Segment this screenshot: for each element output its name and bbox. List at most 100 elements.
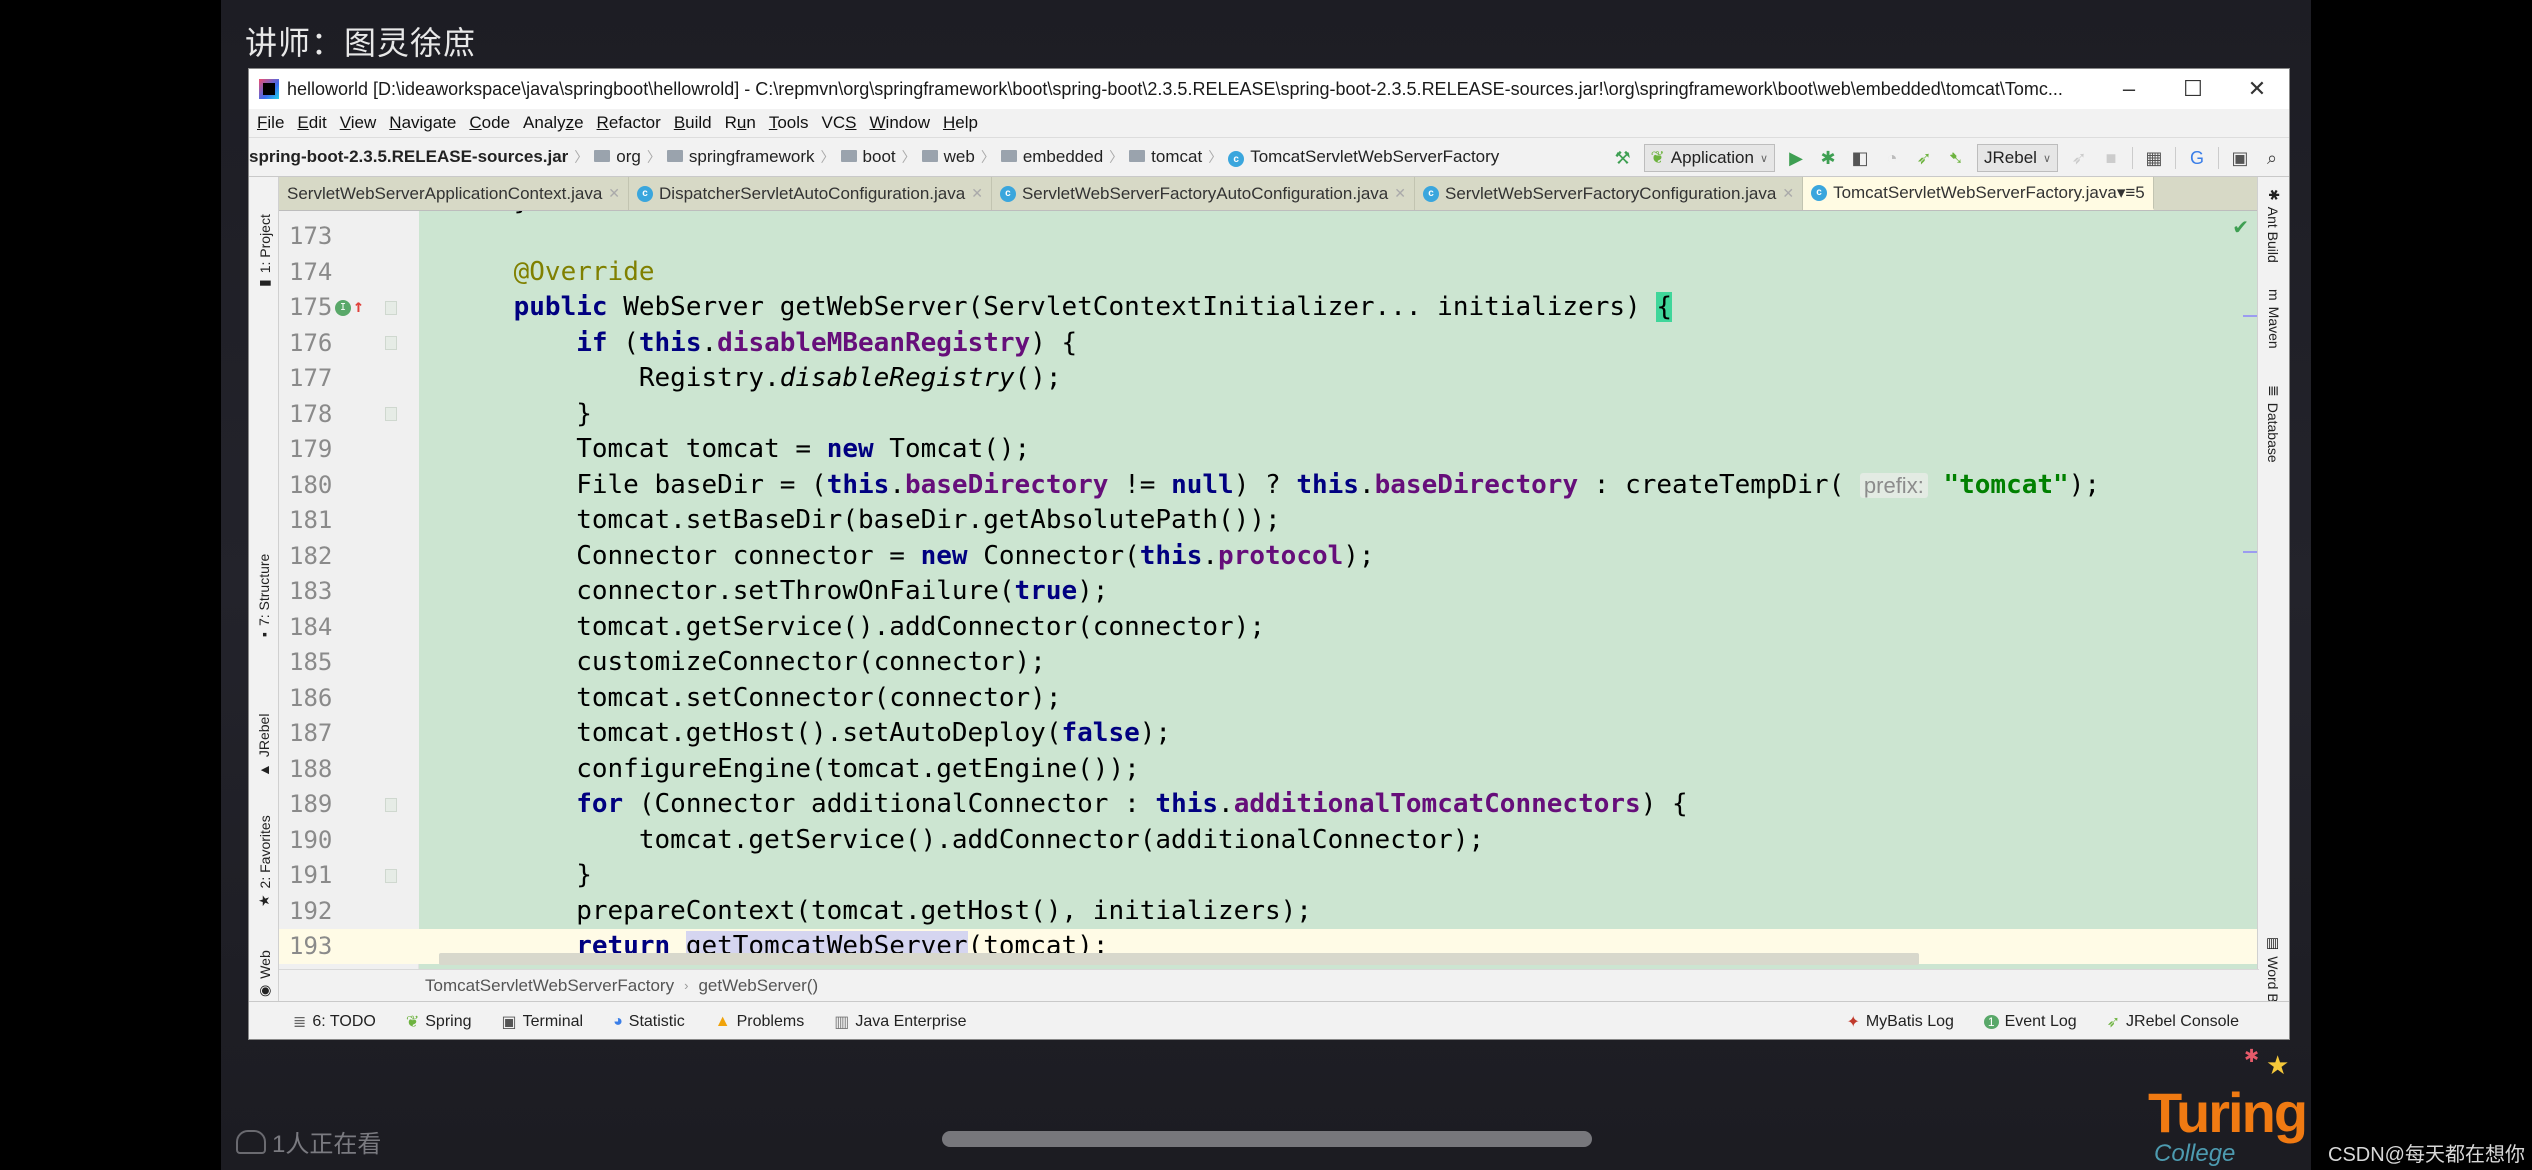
nav-folder-embedded[interactable]: embedded (1000, 147, 1103, 167)
horizontal-scrollbar[interactable] (439, 953, 1919, 965)
logo-turing: Turing (2148, 1081, 2308, 1144)
left-tool-web[interactable]: ◉ Web (256, 950, 273, 997)
debug-icon[interactable]: ✱ (1817, 147, 1839, 169)
code-line[interactable]: 174 @Override (279, 254, 2259, 290)
left-tool-project[interactable]: ▮ 1: Project (256, 214, 273, 287)
menu-window[interactable]: Window (870, 113, 930, 133)
nav-folder-springframework[interactable]: springframework (666, 147, 815, 167)
coverage-icon[interactable]: ◧ (1849, 147, 1871, 169)
fold-marker-icon[interactable] (385, 407, 397, 421)
code-line[interactable]: 187 tomcat.getHost().setAutoDeploy(false… (279, 715, 2259, 751)
jrebel-disabled-icon[interactable]: ➶ (2068, 147, 2090, 169)
editor-tab[interactable]: ServletWebServerApplicationContext.java ✕ (279, 177, 630, 210)
minimize-button[interactable]: – (2097, 69, 2161, 109)
code-line[interactable]: 182 Connector connector = new Connector(… (279, 538, 2259, 574)
implements-method-icon[interactable]: I (335, 299, 351, 316)
code-line[interactable]: 189 for (Connector additionalConnector :… (279, 786, 2259, 822)
code-editor[interactable]: 172 }173174 @Override175I↑ public WebSer… (279, 211, 2259, 969)
tool-window-spring[interactable]: ❦ Spring (406, 1012, 472, 1032)
tool-window-jrebel-console[interactable]: ➶ JRebel Console (2107, 1012, 2239, 1032)
stop-icon[interactable]: ■ (2100, 147, 2122, 169)
editor-tab[interactable]: c TomcatServletWebServerFactory.java ▾≡5 (1803, 177, 2154, 210)
project-structure-icon[interactable]: ▦ (2143, 147, 2165, 169)
maximize-button[interactable]: ☐ (2161, 69, 2225, 109)
close-tab-icon[interactable]: ✕ (608, 185, 620, 202)
run-config-select[interactable]: ❦ Application ∨ (1643, 144, 1776, 172)
profile-icon[interactable]: ◔ (1881, 147, 1903, 169)
build-hammer-icon[interactable]: ⚒ (1612, 147, 1634, 169)
menu-vcs[interactable]: VCS (822, 113, 857, 133)
tab-menu-icon[interactable]: ▾≡5 (2117, 183, 2145, 203)
close-button[interactable]: ✕ (2225, 69, 2289, 109)
close-tab-icon[interactable]: ✕ (1394, 185, 1406, 202)
jrebel-debug-icon[interactable]: ➷ (1945, 147, 1967, 169)
tool-window-statistic[interactable]: ◕ Statistic (613, 1012, 685, 1032)
fold-marker-icon[interactable] (385, 868, 397, 883)
menu-tools[interactable]: Tools (769, 113, 809, 133)
menu-run[interactable]: Run (725, 113, 756, 133)
menu-code[interactable]: Code (469, 113, 510, 133)
code-line[interactable]: 178 } (279, 396, 2259, 432)
code-line[interactable]: 183 connector.setThrowOnFailure(true); (279, 573, 2259, 609)
menu-analyze[interactable]: Analyze (523, 113, 584, 133)
jrebel-config-select[interactable]: JRebel ∨ (1977, 144, 2058, 172)
jrebel-run-icon[interactable]: ➶ (1913, 147, 1935, 169)
code-line[interactable]: 173 (279, 218, 2259, 254)
menu-refactor[interactable]: Refactor (597, 113, 661, 133)
fold-marker-icon[interactable] (385, 336, 397, 350)
nav-folder-boot[interactable]: boot (840, 147, 896, 167)
code-line[interactable]: 172 } (279, 211, 2259, 219)
menu-file[interactable]: File (257, 113, 284, 133)
menu-edit[interactable]: Edit (297, 113, 326, 133)
left-tool-jrebel[interactable]: ▲ JRebel (256, 714, 272, 777)
code-line[interactable]: 190 tomcat.getService().addConnector(add… (279, 822, 2259, 858)
code-line[interactable]: 185 customizeConnector(connector); (279, 644, 2259, 680)
left-tool-favorites[interactable]: ★ 2: Favorites (256, 815, 273, 907)
code-breadcrumb-item[interactable]: getWebServer() (698, 976, 818, 996)
fold-marker-icon[interactable] (385, 797, 397, 812)
right-tool-database[interactable]: ≣ Database (2265, 385, 2283, 463)
menu-view[interactable]: View (340, 113, 377, 133)
menu-help[interactable]: Help (943, 113, 978, 133)
code-line[interactable]: 176 if (this.disableMBeanRegistry) { (279, 325, 2259, 361)
code-line[interactable]: 179 Tomcat tomcat = new Tomcat(); (279, 431, 2259, 467)
fold-marker-icon[interactable] (385, 300, 397, 315)
code-line[interactable]: 192 prepareContext(tomcat.getHost(), ini… (279, 893, 2259, 929)
tool-window-java-enterprise[interactable]: ▥ Java Enterprise (834, 1012, 966, 1032)
nav-folder-org[interactable]: org (594, 147, 641, 167)
tool-window-event-log[interactable]: 1 Event Log (1983, 1012, 2077, 1032)
editor-tab[interactable]: c DispatcherServletAutoConfiguration.java… (629, 177, 992, 210)
code-breadcrumb-item[interactable]: TomcatServletWebServerFactory (425, 976, 674, 996)
tool-window-problems[interactable]: ▲ Problems (715, 1012, 804, 1032)
code-line[interactable]: 177 Registry.disableRegistry(); (279, 360, 2259, 396)
translate-icon[interactable]: G (2186, 147, 2208, 169)
nav-folder-web[interactable]: web (921, 147, 975, 167)
nav-class[interactable]: c TomcatServletWebServerFactory (1228, 147, 1499, 168)
menu-build[interactable]: Build (674, 113, 712, 133)
code-line[interactable]: 181 tomcat.setBaseDir(baseDir.getAbsolut… (279, 502, 2259, 538)
right-tool-antbuild[interactable]: ✱ Ant Build (2265, 189, 2283, 263)
nav-jar[interactable]: spring-boot-2.3.5.RELEASE-sources.jar (249, 147, 568, 167)
video-progress-bar[interactable] (942, 1131, 1592, 1147)
close-tab-icon[interactable]: ✕ (971, 185, 983, 202)
code-line[interactable]: 180 File baseDir = (this.baseDirectory !… (279, 467, 2259, 503)
overrides-arrow-icon[interactable]: ↑ (353, 296, 364, 317)
nav-folder-tomcat[interactable]: tomcat (1129, 147, 1202, 167)
editor-tab[interactable]: c ServletWebServerFactoryConfiguration.ja… (1415, 177, 1804, 210)
tool-window-6--todo[interactable]: ≣ 6: TODO (293, 1012, 376, 1032)
search-icon[interactable]: ⌕ (2261, 147, 2283, 169)
run-icon[interactable]: ▶ (1785, 147, 1807, 169)
close-tab-icon[interactable]: ✕ (1782, 185, 1794, 202)
left-tool-structure[interactable]: ▪ 7: Structure (256, 554, 272, 637)
code-line[interactable]: 191 } (279, 857, 2259, 893)
tool-window-terminal[interactable]: ▣ Terminal (502, 1012, 584, 1032)
menu-navigate[interactable]: Navigate (389, 113, 456, 133)
code-line[interactable]: 184 tomcat.getService().addConnector(con… (279, 609, 2259, 645)
code-line[interactable]: 186 tomcat.setConnector(connector); (279, 680, 2259, 716)
code-line[interactable]: 188 configureEngine(tomcat.getEngine()); (279, 751, 2259, 787)
code-line[interactable]: 175 I ↑ public WebServer getWebServer(Serv… (279, 289, 2259, 325)
right-tool-maven[interactable]: m Maven (2266, 289, 2282, 349)
editor-tab[interactable]: c ServletWebServerFactoryAutoConfiguratio… (992, 177, 1415, 210)
run-anything-icon[interactable]: ▣ (2229, 147, 2251, 169)
tool-window-mybatis-log[interactable]: ✦ MyBatis Log (1846, 1012, 1953, 1032)
